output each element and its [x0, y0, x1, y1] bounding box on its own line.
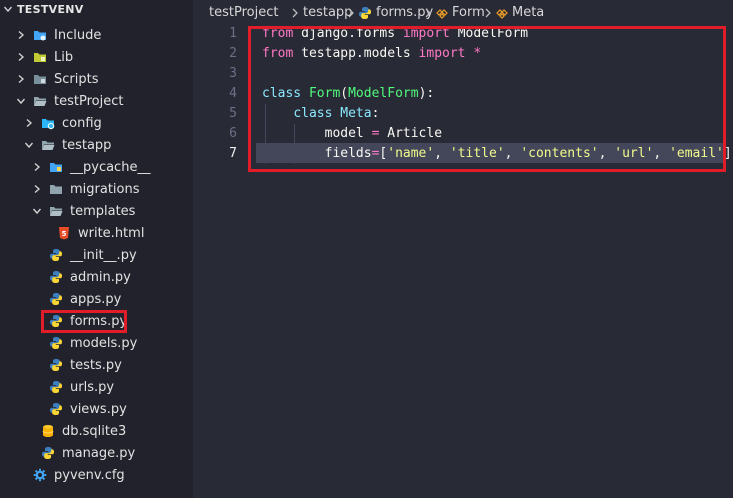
line-number: 1 — [229, 26, 237, 41]
python-file-icon — [50, 271, 62, 283]
tree-item-tests-py[interactable]: tests.py — [0, 354, 193, 376]
chevron-right-icon — [34, 184, 41, 194]
tree-item-label: Lib — [54, 50, 74, 65]
tree-item-templates[interactable]: templates — [0, 200, 193, 222]
breadcrumb-class[interactable]: Form — [452, 5, 485, 20]
python-file-icon — [42, 447, 54, 459]
folder-lib-icon — [34, 53, 46, 62]
tree-item-init-py[interactable]: __init__.py — [0, 244, 193, 266]
tree-item-label: tests.py — [70, 358, 122, 373]
folder-python-icon — [50, 163, 62, 172]
tree-item-label: migrations — [70, 182, 140, 197]
line-number: 4 — [229, 86, 237, 101]
folder-config-icon — [42, 119, 55, 130]
python-file-icon — [50, 337, 62, 349]
python-file-icon — [50, 359, 62, 371]
html-file-icon: 5 — [59, 227, 69, 240]
tree-item-db-sqlite3[interactable]: db.sqlite3 — [0, 420, 193, 442]
tree-item-manage-py[interactable]: manage.py — [0, 442, 193, 464]
chevron-down-icon — [32, 208, 42, 215]
chevron-right-icon — [485, 8, 491, 18]
folder-icon — [50, 185, 62, 194]
folder-scripts-icon — [34, 75, 46, 84]
class-symbol-icon — [436, 9, 448, 19]
folder-open-icon — [42, 141, 55, 150]
explorer-sidebar: TESTVENV Include Lib Scripts testProject — [0, 0, 193, 498]
class-symbol-icon — [496, 9, 508, 19]
tree-item-migrations[interactable]: migrations — [0, 178, 193, 200]
tree-item-label: testProject — [54, 94, 124, 109]
folder-open-icon — [50, 207, 63, 216]
tree-item-testapp[interactable]: testapp — [0, 134, 193, 156]
tree-item-views-py[interactable]: views.py — [0, 398, 193, 420]
line-number: 3 — [229, 66, 237, 81]
tree-item-label: Scripts — [54, 72, 99, 87]
folder-include-icon — [34, 31, 46, 41]
tree-item-label: models.py — [70, 336, 138, 351]
tree-item-label: views.py — [70, 402, 127, 417]
tree-item-label: write.html — [78, 226, 145, 241]
breadcrumb-project[interactable]: testProject — [209, 5, 278, 20]
tree-item-apps-py[interactable]: apps.py — [0, 288, 193, 310]
forms-py-highlight-box — [41, 310, 127, 333]
tree-item-include[interactable]: Include — [0, 24, 193, 46]
tree-item-lib[interactable]: Lib — [0, 46, 193, 68]
line-number-active: 7 — [229, 146, 237, 161]
code-editor[interactable]: 1 2 3 4 5 6 7 from django.forms import M… — [193, 24, 733, 498]
tree-item-admin-py[interactable]: admin.py — [0, 266, 193, 288]
tree-item-testproject[interactable]: testProject — [0, 90, 193, 112]
tree-item-write-html[interactable]: 5 write.html — [0, 222, 193, 244]
editor-pane[interactable]: testProject testapp forms.py Form Meta 1… — [193, 0, 733, 498]
tree-item-scripts[interactable]: Scripts — [0, 68, 193, 90]
tree-item-label: manage.py — [62, 446, 136, 461]
tree-item-label: pyvenv.cfg — [54, 468, 125, 483]
python-file-icon — [50, 249, 62, 261]
tree-item-label: config — [62, 116, 102, 131]
tree-item-label: db.sqlite3 — [62, 424, 127, 439]
code-highlight-box — [248, 26, 726, 172]
breadcrumb-inner-class[interactable]: Meta — [512, 5, 544, 20]
chevron-right-icon — [348, 8, 354, 18]
tree-item-pyvenv-cfg[interactable]: pyvenv.cfg — [0, 464, 193, 486]
tree-item-config[interactable]: config — [0, 112, 193, 134]
chevron-right-icon — [18, 30, 25, 40]
chevron-right-icon — [18, 52, 25, 62]
gear-file-icon — [33, 468, 47, 482]
python-file-icon — [359, 7, 371, 19]
chevron-right-icon — [34, 162, 41, 172]
tree-item-urls-py[interactable]: urls.py — [0, 376, 193, 398]
database-icon — [42, 425, 54, 437]
chevron-down-icon — [24, 142, 34, 149]
tree-item-label: __pycache__ — [70, 160, 151, 175]
explorer-root-header[interactable]: TESTVENV — [0, 0, 193, 22]
line-number: 5 — [229, 106, 237, 121]
python-file-icon — [50, 381, 62, 393]
tree-item-label: admin.py — [70, 270, 131, 285]
tree-item-label: apps.py — [70, 292, 122, 307]
svg-text:5: 5 — [62, 230, 67, 238]
chevron-right-icon — [26, 118, 33, 128]
explorer-root-label: TESTVENV — [17, 3, 84, 16]
vscode-window: TESTVENV Include Lib Scripts testProject — [0, 0, 733, 498]
tree-item-label: testapp — [62, 138, 112, 153]
tree-item-pycache[interactable]: __pycache__ — [0, 156, 193, 178]
chevron-down-icon — [16, 98, 26, 105]
chevron-right-icon — [292, 8, 298, 18]
python-file-icon — [50, 403, 62, 415]
tree-item-models-py[interactable]: models.py — [0, 332, 193, 354]
breadcrumb: testProject testapp forms.py Form Meta — [193, 0, 733, 26]
python-file-icon — [50, 293, 62, 305]
breadcrumb-app[interactable]: testapp — [303, 5, 352, 20]
line-number: 2 — [229, 46, 237, 61]
chevron-down-icon — [3, 6, 13, 13]
folder-open-icon — [34, 97, 47, 106]
tree-item-label: urls.py — [70, 380, 115, 395]
tree-item-label: templates — [70, 204, 136, 219]
chevron-right-icon — [18, 74, 25, 84]
tree-item-label: Include — [54, 28, 102, 43]
tree-item-label: __init__.py — [70, 248, 137, 263]
line-number: 6 — [229, 126, 237, 141]
chevron-right-icon — [425, 8, 431, 18]
